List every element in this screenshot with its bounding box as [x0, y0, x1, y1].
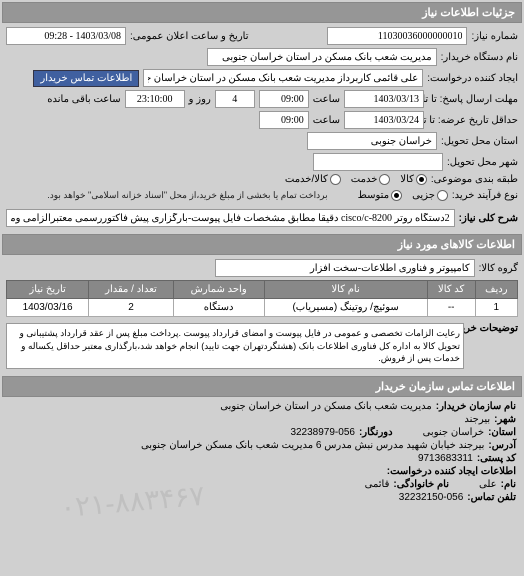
contact-fax: 32238979-056	[290, 427, 355, 438]
radio-group-type: کالا خدمت کالا/خدمت	[285, 174, 427, 185]
th-row: ردیف	[475, 281, 517, 299]
contact-province-label: استان:	[488, 427, 516, 438]
th-name: نام کالا	[264, 281, 427, 299]
td-code: --	[427, 299, 475, 317]
input-public-date[interactable]	[6, 27, 126, 45]
label-mindate: حداقل تاریخ عرضه: تا تاریخ:	[428, 115, 518, 126]
radio-label-both: کالا/خدمت	[285, 174, 328, 185]
contact-city: بیرجند	[464, 414, 490, 425]
input-title[interactable]	[6, 209, 455, 227]
radio-label-kala: کالا	[400, 174, 414, 185]
label-desc: توضیحات خریدار:	[468, 323, 518, 334]
th-unit: واحد شمارش	[173, 281, 264, 299]
label-budget-type: نوع فرآیند خرید:	[452, 190, 518, 201]
contact-postal: 9713683311	[418, 453, 473, 464]
table-row[interactable]: 1 -- سوئیچ/ روتینگ (مسیریاب) دستگاه 2 14…	[7, 299, 518, 317]
contact-fax-label: دورنگار:	[359, 427, 393, 438]
input-deadline-time[interactable]	[259, 90, 309, 108]
radio-service[interactable]	[379, 174, 390, 185]
th-code: کد کالا	[427, 281, 475, 299]
label-group: گروه کالا:	[479, 263, 518, 274]
label-public-date: تاریخ و ساعت اعلان عمومی:	[130, 31, 249, 42]
contact-phone-label: تلفن تماس:	[467, 492, 516, 503]
contact-creator-label: اطلاعات ایجاد کننده درخواست:	[387, 466, 516, 477]
input-requester[interactable]	[143, 69, 423, 87]
input-days-left	[215, 90, 255, 108]
radio-partial[interactable]	[437, 190, 448, 201]
td-date: 1403/03/16	[7, 299, 89, 317]
section-header-contact: اطلاعات تماس سازمان خریدار	[2, 376, 522, 397]
input-min-date[interactable]	[344, 111, 424, 129]
radio-kala[interactable]	[416, 174, 427, 185]
budget-note: برداخت تمام یا بخشی از مبلغ خرید،از محل …	[41, 188, 333, 203]
label-province: استان محل تحویل:	[441, 136, 518, 147]
form-area: شماره نیاز: تاریخ و ساعت اعلان عمومی: نا…	[2, 23, 522, 234]
contact-province: خراسان جنوبی	[423, 427, 485, 438]
input-request-no[interactable]	[327, 27, 467, 45]
input-province[interactable]	[307, 132, 437, 150]
input-min-time[interactable]	[259, 111, 309, 129]
label-deadline: مهلت ارسال پاسخ: تا تاریخ:	[428, 94, 518, 105]
label-remaining: ساعت باقی مانده	[47, 94, 120, 105]
td-qty: 2	[89, 299, 174, 317]
label-requester: ایجاد کننده درخواست:	[427, 73, 518, 84]
contact-org: مدیریت شعب بانک مسکن در استان خراسان جنو…	[220, 401, 432, 412]
td-unit: دستگاه	[173, 299, 264, 317]
th-date: تاریخ نیاز	[7, 281, 89, 299]
label-purchase-type: طبقه بندی موضوعی:	[431, 174, 518, 185]
contact-area: نام سازمان خریدار: مدیریت شعب بانک مسکن …	[2, 397, 522, 509]
label-request-no: شماره نیاز:	[471, 31, 518, 42]
input-deadline-date[interactable]	[344, 90, 424, 108]
input-hours-left	[125, 90, 185, 108]
section-header-goods: اطلاعات کالاهای مورد نیاز	[2, 234, 522, 255]
contact-city-label: شهر:	[494, 414, 516, 425]
contact-postal-label: کد پستی:	[477, 453, 516, 464]
th-qty: تعداد / مقدار	[89, 281, 174, 299]
radio-group-budget: جزیی متوسط	[358, 190, 448, 201]
desc-box: رعایت الزامات تخصصی و عمومی در فایل پیوس…	[6, 323, 464, 369]
input-city[interactable]	[313, 153, 443, 171]
contact-name: علی	[479, 479, 497, 490]
label-time2: ساعت	[313, 115, 340, 126]
contact-family: قائمی	[365, 479, 390, 490]
label-title: شرح کلی نیاز:	[459, 213, 518, 224]
radio-label-service: خدمت	[351, 174, 378, 185]
input-org[interactable]	[207, 48, 437, 66]
contact-phone: 32232150-056	[399, 492, 464, 503]
contact-link-btn[interactable]: اطلاعات تماس خریدار	[33, 70, 139, 87]
table-header-row: ردیف کد کالا نام کالا واحد شمارش تعداد /…	[7, 281, 518, 299]
radio-label-medium: متوسط	[358, 190, 389, 201]
contact-org-label: نام سازمان خریدار:	[436, 401, 516, 412]
goods-table: ردیف کد کالا نام کالا واحد شمارش تعداد /…	[6, 280, 518, 317]
section-header-main: جزئیات اطلاعات نیاز	[2, 2, 522, 23]
radio-both[interactable]	[330, 174, 341, 185]
label-city: شهر محل تحویل:	[447, 157, 518, 168]
contact-name-label: نام:	[501, 479, 516, 490]
contact-address-label: آدرس:	[488, 440, 516, 451]
td-row: 1	[475, 299, 517, 317]
radio-label-partial: جزیی	[412, 190, 435, 201]
label-time1: ساعت	[313, 94, 340, 105]
td-name: سوئیچ/ روتینگ (مسیریاب)	[264, 299, 427, 317]
label-day: روز و	[189, 94, 211, 105]
main-panel: جزئیات اطلاعات نیاز شماره نیاز: تاریخ و …	[0, 0, 524, 511]
contact-family-label: نام خانوادگی:	[393, 479, 449, 490]
radio-medium[interactable]	[391, 190, 402, 201]
input-group[interactable]	[215, 259, 475, 277]
contact-address: بیرجند خیابان شهید مدرس نبش مدرس 6 مدیری…	[141, 440, 484, 451]
label-org: نام دستگاه خریدار:	[441, 52, 518, 63]
